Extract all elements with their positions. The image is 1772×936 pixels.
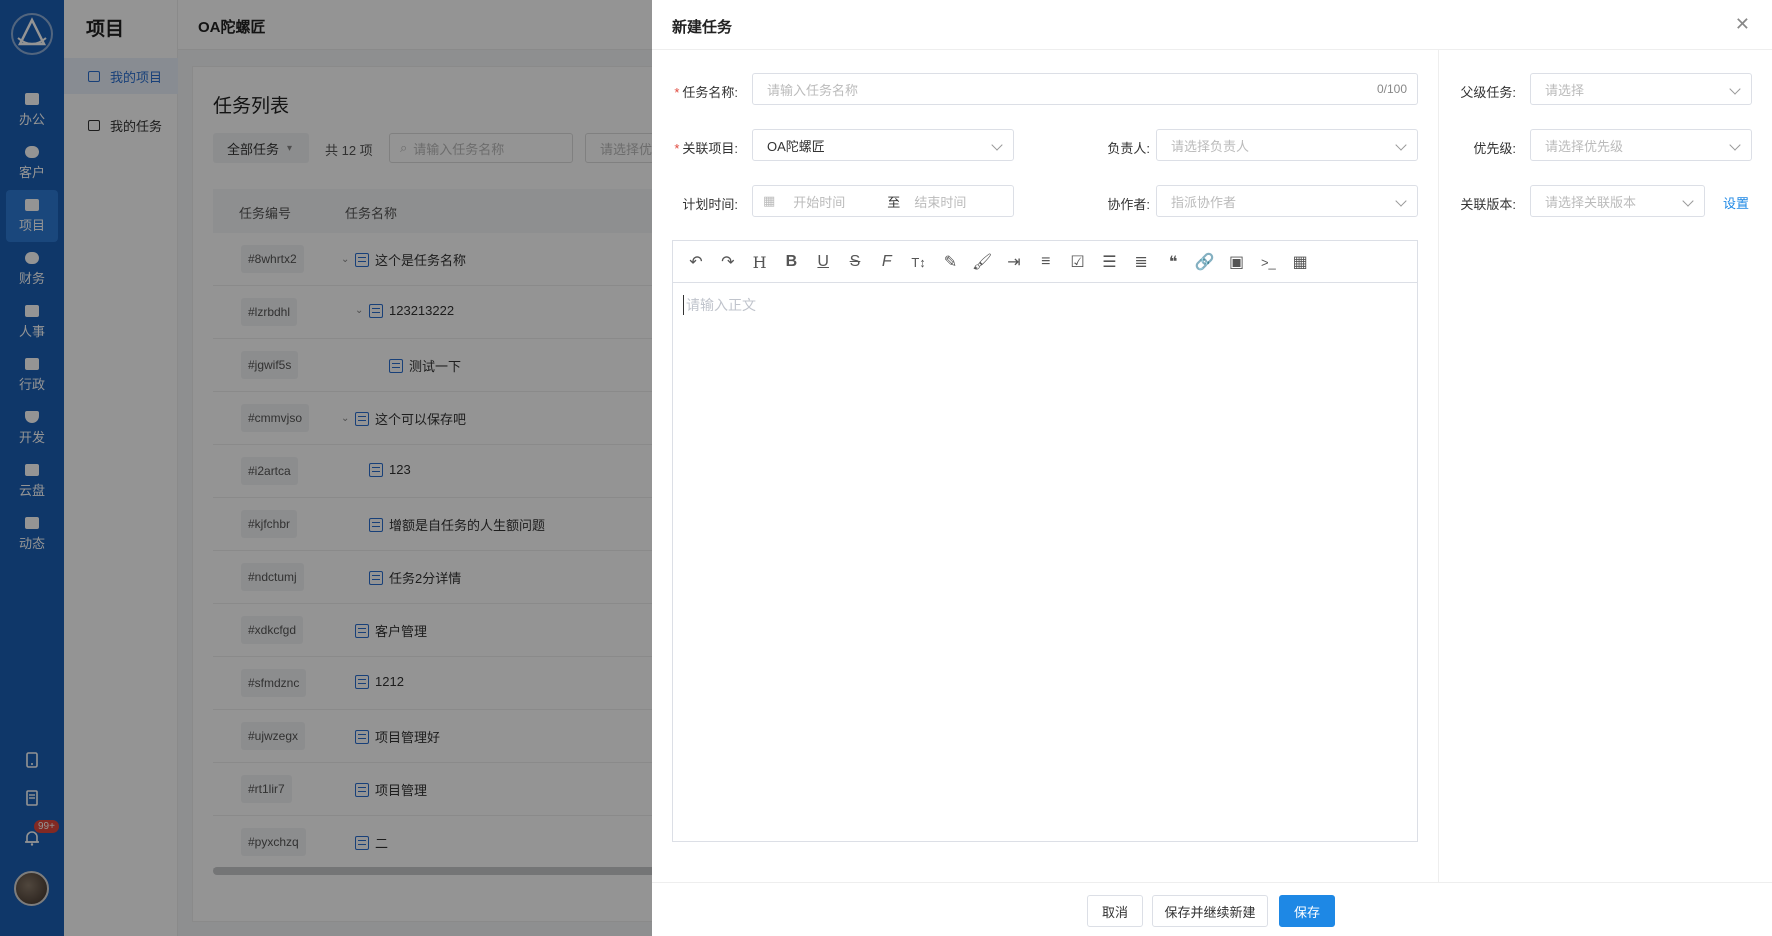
rich-text-editor[interactable]: ↶ ↷ H B U S F T↕ ✎ 🖌 ⇥ ≡ ☑ ☰ ≣ ❝ 🔗 ▣ >_ ▦ 请输入正文 — [672, 240, 1418, 842]
drawer-header: 新建任务 ✕ — [652, 0, 1772, 50]
version-label: 关联版本: — [1460, 197, 1516, 212]
chevron-down-icon — [1729, 83, 1741, 95]
drawer-footer: 取消 保存并继续新建 保存 — [652, 882, 1772, 936]
editor-toolbar: ↶ ↷ H B U S F T↕ ✎ 🖌 ⇥ ≡ ☑ ☰ ≣ ❝ 🔗 ▣ >_ ▦ — [673, 241, 1417, 283]
chevron-down-icon — [1682, 195, 1694, 207]
checkbox-icon[interactable]: ☑ — [1067, 251, 1089, 273]
owner-label: 负责人: — [1107, 141, 1150, 156]
quote-icon[interactable]: ❝ — [1162, 251, 1184, 273]
bold-icon[interactable]: B — [780, 251, 802, 273]
version-select[interactable]: 请选择关联版本 — [1530, 185, 1705, 217]
redo-icon[interactable]: ↷ — [717, 251, 739, 273]
save-and-continue-button[interactable]: 保存并继续新建 — [1152, 895, 1268, 927]
highlight-icon[interactable]: ✎ — [939, 251, 961, 273]
end-time-placeholder: 结束时间 — [914, 194, 967, 210]
collaborator-select[interactable]: 指派协作者 — [1156, 185, 1418, 217]
project-value: OA陀螺匠 — [767, 138, 825, 154]
required-mark: * — [674, 85, 680, 100]
font-family-icon[interactable]: F — [876, 251, 898, 273]
task-name-label: * 任务名称: — [672, 82, 738, 101]
required-mark: * — [674, 141, 680, 156]
side-form-column — [1438, 50, 1772, 882]
collaborator-placeholder: 指派协作者 — [1171, 194, 1237, 210]
label-text: 任务名称: — [682, 85, 738, 100]
priority-placeholder: 请选择优先级 — [1545, 138, 1624, 154]
parent-placeholder: 请选择 — [1545, 82, 1585, 98]
cancel-button[interactable]: 取消 — [1087, 895, 1143, 927]
indent-icon[interactable]: ⇥ — [1003, 251, 1025, 273]
collaborator-label: 协作者: — [1107, 197, 1150, 212]
line-height-icon[interactable]: ≡ — [1035, 251, 1057, 273]
chevron-down-icon — [1729, 139, 1741, 151]
task-name-input[interactable]: 请输入任务名称 0/100 — [752, 73, 1418, 105]
strikethrough-icon[interactable]: S — [844, 251, 866, 273]
chevron-down-icon — [1395, 195, 1407, 207]
start-time-placeholder: 开始时间 — [793, 194, 846, 210]
table-icon[interactable]: ▦ — [1289, 251, 1311, 273]
align-icon[interactable]: ≣ — [1130, 251, 1152, 273]
plan-time-label: 计划时间: — [682, 197, 738, 212]
heading-icon[interactable]: H — [749, 251, 771, 273]
code-icon[interactable]: >_ — [1257, 251, 1279, 273]
paint-brush-icon[interactable]: 🖌 — [971, 251, 993, 273]
project-select[interactable]: OA陀螺匠 — [752, 129, 1014, 161]
parent-task-label: 父级任务: — [1460, 85, 1516, 100]
parent-task-select[interactable]: 请选择 — [1530, 73, 1752, 105]
task-name-placeholder: 请输入任务名称 — [767, 82, 859, 98]
close-icon[interactable]: ✕ — [1735, 14, 1750, 35]
editor-placeholder: 请输入正文 — [683, 295, 756, 315]
link-icon[interactable]: 🔗 — [1194, 251, 1216, 273]
chevron-down-icon — [1395, 139, 1407, 151]
chevron-down-icon — [991, 139, 1003, 151]
owner-select[interactable]: 请选择负责人 — [1156, 129, 1418, 161]
range-separator: 至 — [887, 194, 901, 210]
char-count: 0/100 — [1376, 82, 1407, 96]
font-size-icon[interactable]: T↕ — [908, 251, 930, 273]
save-button[interactable]: 保存 — [1279, 895, 1335, 927]
priority-select[interactable]: 请选择优先级 — [1530, 129, 1752, 161]
version-placeholder: 请选择关联版本 — [1545, 194, 1637, 210]
drawer-title: 新建任务 — [672, 19, 733, 36]
version-settings-link[interactable]: 设置 — [1723, 193, 1749, 212]
label-text: 关联项目: — [682, 141, 738, 156]
underline-icon[interactable]: U — [812, 251, 834, 273]
owner-placeholder: 请选择负责人 — [1171, 138, 1250, 154]
project-label: * 关联项目: — [672, 138, 738, 157]
image-icon[interactable]: ▣ — [1226, 251, 1248, 273]
calendar-icon: ▦ — [763, 193, 776, 208]
plan-time-range[interactable]: ▦ 开始时间 至 结束时间 — [752, 185, 1014, 217]
undo-icon[interactable]: ↶ — [685, 251, 707, 273]
bullet-list-icon[interactable]: ☰ — [1098, 251, 1120, 273]
new-task-drawer: 新建任务 ✕ * 任务名称: 请输入任务名称 0/100 * 关联项目: OA陀螺匠 … — [652, 0, 1772, 936]
priority-label: 优先级: — [1473, 141, 1516, 156]
